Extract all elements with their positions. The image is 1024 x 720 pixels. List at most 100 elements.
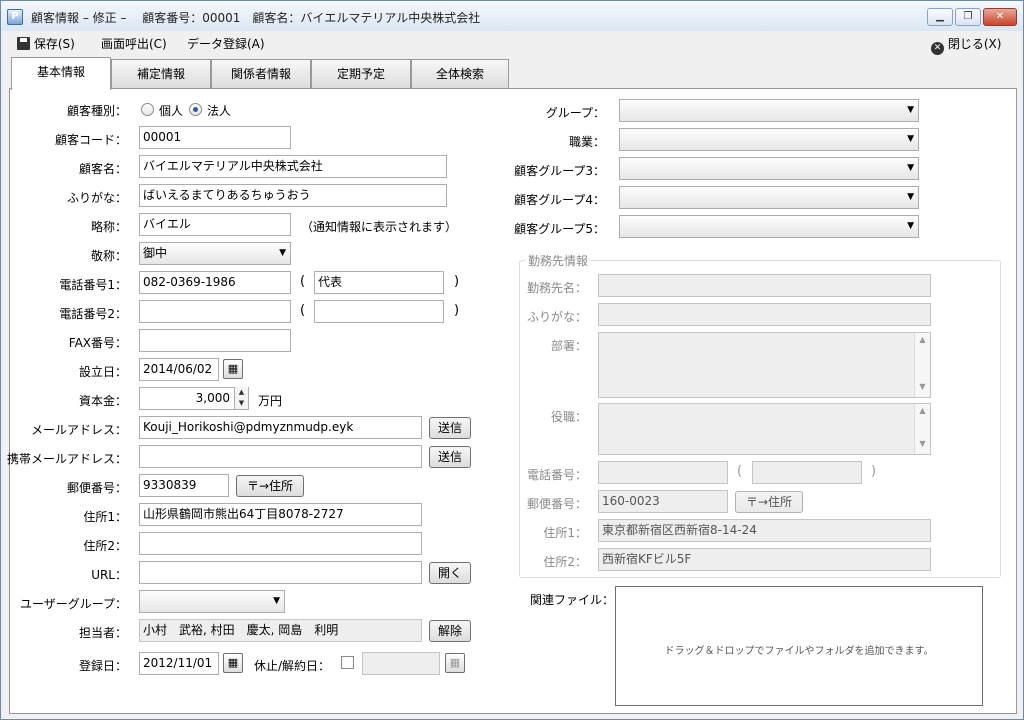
tab-basic-info[interactable]: 基本情報 bbox=[11, 57, 111, 90]
save-menu-label: 保存(S) bbox=[33, 37, 75, 51]
window-title: 顧客情報 – 修正 – 顧客番号：00001 顧客名：バイエルマテリアル中央株式… bbox=[31, 11, 481, 25]
recall-menu[interactable]: 画面呼出(C) bbox=[101, 35, 167, 52]
staff-field: 小村 武裕, 村田 慶太, 岡島 利明 bbox=[139, 619, 422, 642]
customer-name-field[interactable]: バイエルマテリアル中央株式会社 bbox=[139, 155, 447, 178]
user-group-select[interactable]: ▼ bbox=[139, 590, 285, 613]
group-label: グループ： bbox=[545, 106, 605, 120]
fax-field[interactable] bbox=[139, 329, 291, 352]
tab-global-search[interactable]: 全体検索 bbox=[411, 59, 509, 89]
tab-supplementary-info[interactable]: 補定情報 bbox=[111, 59, 211, 89]
furigana-field[interactable]: ばいえるまてりあるちゅうおう bbox=[139, 184, 447, 207]
chevron-down-icon: ▼ bbox=[907, 221, 914, 231]
open-url-button[interactable]: 開く bbox=[429, 562, 471, 584]
established-label: 設立日： bbox=[78, 365, 127, 379]
tab-scheduled[interactable]: 定期予定 bbox=[311, 59, 411, 89]
workplace-legend: 勤務先情報 bbox=[525, 252, 592, 269]
radio-corporate[interactable] bbox=[189, 103, 202, 116]
paren-close: ) bbox=[454, 274, 460, 289]
address2-field[interactable] bbox=[139, 532, 422, 555]
calendar-icon[interactable]: ▦ bbox=[223, 359, 243, 379]
phone2-note-field[interactable] bbox=[314, 300, 444, 323]
paren-open: ( bbox=[300, 303, 306, 318]
capital-spinner[interactable]: ▲ ▼ bbox=[234, 387, 248, 410]
calendar-icon: ▦ bbox=[445, 653, 465, 673]
file-drop-zone[interactable]: ドラッグ＆ドロップでファイルやフォルダを追加できます。 bbox=[615, 586, 983, 706]
menu-bar: 保存(S) 画面呼出(C) データ登録(A) ✕ 閉じる(X) bbox=[1, 31, 1023, 55]
spin-down-icon[interactable]: ▼ bbox=[235, 398, 248, 409]
mobile-email-field[interactable] bbox=[139, 445, 422, 468]
short-name-field[interactable]: バイエル bbox=[139, 213, 291, 236]
wp-phone-note-field bbox=[752, 461, 862, 484]
suspended-checkbox[interactable] bbox=[341, 656, 354, 669]
department-label: 部署： bbox=[550, 339, 587, 353]
customer-name-label: 顧客名： bbox=[78, 162, 127, 176]
minimize-button[interactable]: ▁ bbox=[927, 8, 953, 26]
registered-date-field[interactable]: 2012/11/01 bbox=[139, 652, 219, 675]
customer-group4-label: 顧客グループ4： bbox=[514, 193, 605, 207]
mobile-email-label: 携帯メールアドレス： bbox=[6, 452, 127, 466]
customer-group5-label: 顧客グループ5： bbox=[514, 222, 605, 236]
data-register-menu[interactable]: データ登録(A) bbox=[187, 35, 265, 52]
paren-close: ) bbox=[871, 464, 877, 479]
email-label: メールアドレス： bbox=[30, 423, 127, 437]
postal-to-address-button[interactable]: 〒→住所 bbox=[236, 475, 304, 497]
email-field[interactable]: Kouji_Horikoshi@pdmyznmudp.eyk bbox=[139, 416, 422, 439]
send-mobile-email-button[interactable]: 送信 bbox=[429, 446, 471, 468]
fax-label: FAX番号： bbox=[68, 336, 127, 350]
title-bar: P 顧客情報 – 修正 – 顧客番号：00001 顧客名：バイエルマテリアル中央… bbox=[1, 1, 1023, 31]
window-close-button[interactable]: ✕ bbox=[983, 8, 1017, 26]
save-menu[interactable]: 保存(S) bbox=[17, 35, 75, 52]
occupation-select[interactable]: ▼ bbox=[619, 128, 919, 151]
short-name-label: 略称： bbox=[90, 220, 127, 234]
url-field[interactable] bbox=[139, 561, 422, 584]
postal-label: 郵便番号： bbox=[66, 481, 127, 495]
radio-individual[interactable] bbox=[141, 103, 154, 116]
position-field bbox=[598, 403, 931, 455]
release-staff-button[interactable]: 解除 bbox=[429, 620, 471, 642]
capital-unit: 万円 bbox=[258, 394, 283, 408]
wp-address2-field: 西新宿KFビル5F bbox=[598, 548, 931, 571]
user-group-label: ユーザーグループ： bbox=[19, 597, 127, 611]
workplace-furigana-label: ふりがな： bbox=[526, 310, 587, 324]
chevron-down-icon: ▼ bbox=[907, 163, 914, 173]
customer-group4-select[interactable]: ▼ bbox=[619, 186, 919, 209]
wp-postal-to-address-button: 〒→住所 bbox=[735, 491, 803, 513]
workplace-furigana-field bbox=[598, 303, 931, 326]
tab-related-persons[interactable]: 関係者情報 bbox=[211, 59, 311, 89]
group-select[interactable]: ▼ bbox=[619, 99, 919, 122]
wp-phone-label: 電話番号： bbox=[526, 468, 587, 482]
phone1-field[interactable]: 082-0369-1986 bbox=[139, 271, 291, 294]
staff-label: 担当者： bbox=[78, 626, 127, 640]
capital-label: 資本金： bbox=[78, 394, 127, 408]
chevron-down-icon: ▼ bbox=[279, 248, 286, 258]
occupation-label: 職業： bbox=[568, 135, 605, 149]
spin-up-icon[interactable]: ▲ bbox=[235, 387, 248, 398]
close-menu[interactable]: ✕ 閉じる(X) bbox=[931, 35, 1001, 55]
customer-group5-select[interactable]: ▼ bbox=[619, 215, 919, 238]
department-scrollbar: ▲ ▼ bbox=[914, 333, 930, 397]
paren-close: ) bbox=[454, 303, 460, 318]
workplace-name-label: 勤務先名： bbox=[526, 281, 587, 295]
furigana-label: ふりがな： bbox=[66, 191, 127, 205]
customer-group3-label: 顧客グループ3： bbox=[514, 164, 605, 178]
suspended-label: 休止/解約日： bbox=[254, 659, 331, 673]
customer-group3-select[interactable]: ▼ bbox=[619, 157, 919, 180]
honorific-select[interactable]: 御中 ▼ bbox=[139, 242, 291, 265]
established-date-field[interactable]: 2014/06/02 bbox=[139, 358, 219, 381]
address1-field[interactable]: 山形県鶴岡市熊出64丁目8078-2727 bbox=[139, 503, 422, 526]
phone2-label: 電話番号2： bbox=[59, 307, 127, 321]
wp-address1-label: 住所1： bbox=[543, 526, 587, 540]
postal-field[interactable]: 9330839 bbox=[139, 474, 229, 497]
send-email-button[interactable]: 送信 bbox=[429, 417, 471, 439]
close-circle-icon: ✕ bbox=[931, 42, 944, 55]
customer-type-label: 顧客種別： bbox=[66, 104, 127, 118]
customer-code-field[interactable]: 00001 bbox=[139, 126, 291, 149]
phone2-field[interactable] bbox=[139, 300, 291, 323]
calendar-icon[interactable]: ▦ bbox=[223, 653, 243, 673]
phone1-label: 電話番号1： bbox=[59, 278, 127, 292]
maximize-button[interactable]: ❐ bbox=[955, 8, 981, 26]
position-label: 役職： bbox=[550, 410, 587, 424]
phone1-note-field[interactable]: 代表 bbox=[314, 271, 444, 294]
close-menu-label: 閉じる(X) bbox=[947, 37, 1002, 51]
capital-field[interactable]: 3,000 bbox=[139, 387, 249, 410]
